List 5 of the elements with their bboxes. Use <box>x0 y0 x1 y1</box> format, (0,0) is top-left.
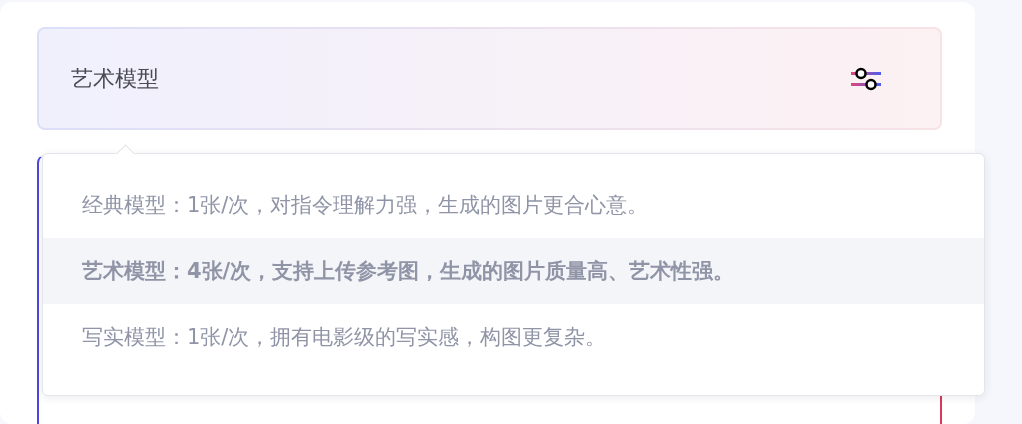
dropdown-option[interactable]: 艺术模型：4张/次，支持上传参考图，生成的图片质量高、艺术性强。 <box>43 238 984 304</box>
model-select[interactable]: 艺术模型 <box>37 27 942 130</box>
select-value: 艺术模型 <box>71 64 159 93</box>
dropdown-option[interactable]: 写实模型：1张/次，拥有电影级的写实感，构图更复杂。 <box>43 304 984 370</box>
dropdown-option[interactable]: 经典模型：1张/次，对指令理解力强，生成的图片更合心意。 <box>43 172 984 238</box>
